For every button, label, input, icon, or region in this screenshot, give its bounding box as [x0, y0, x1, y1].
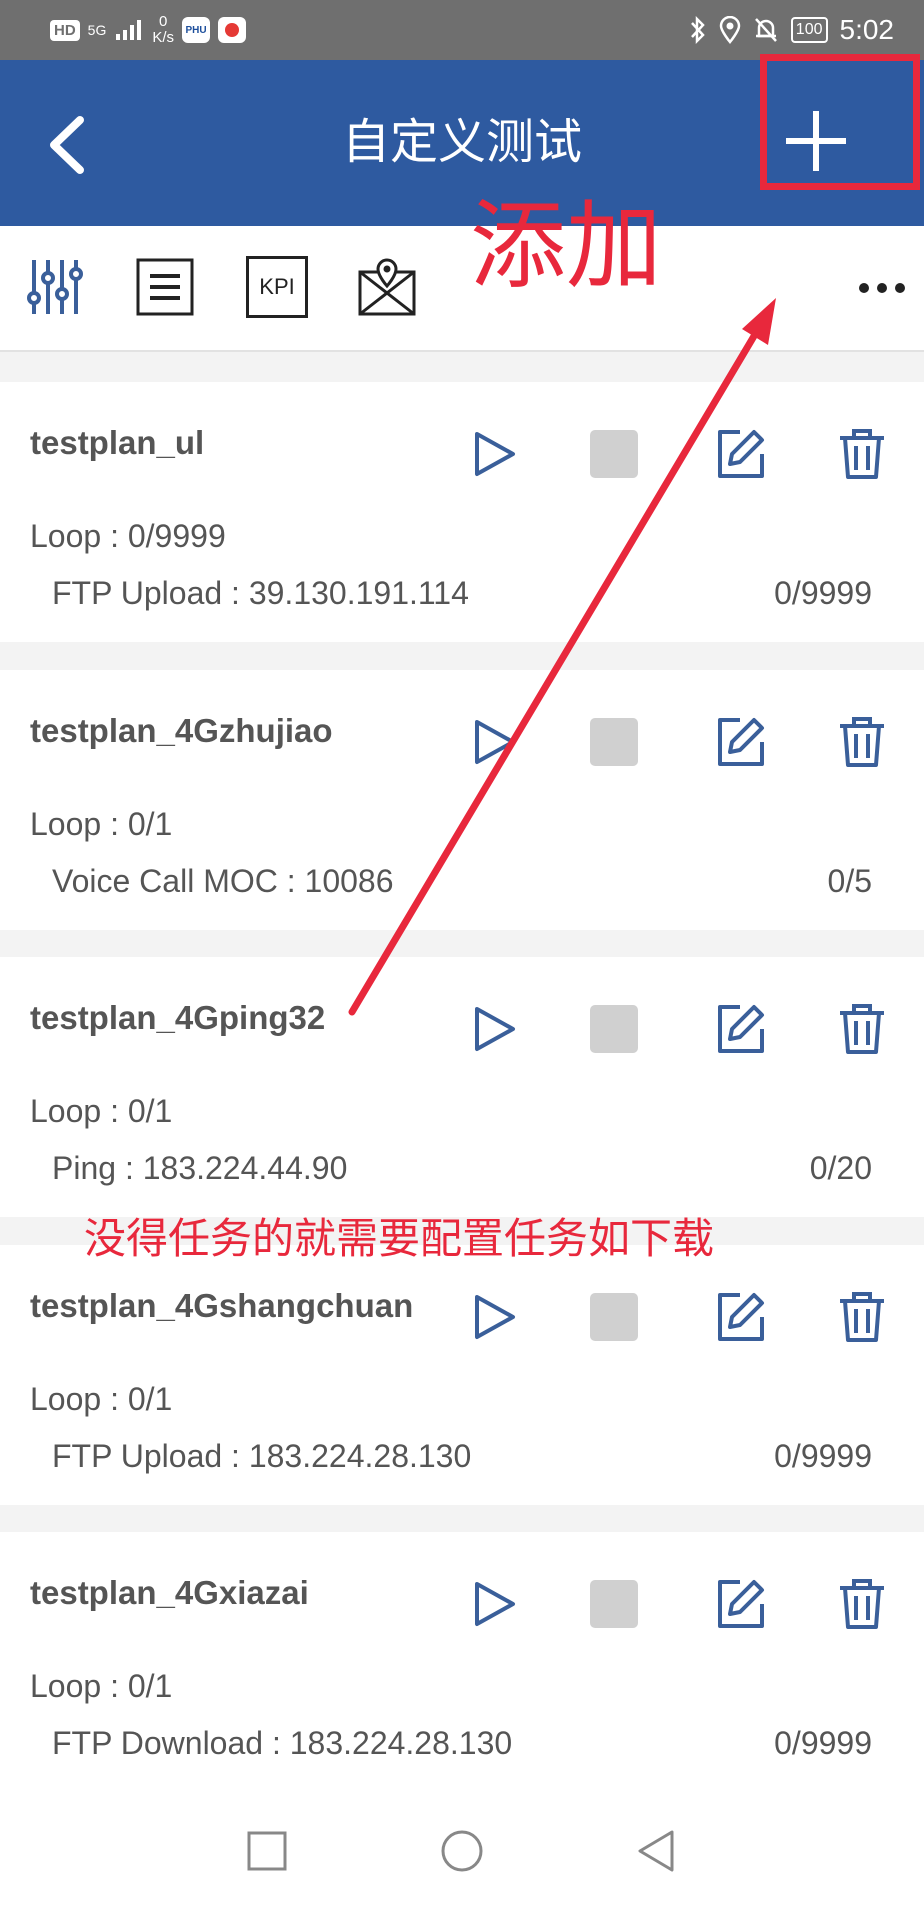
delete-icon[interactable]	[834, 426, 890, 482]
edit-icon[interactable]	[712, 1289, 768, 1345]
task-progress: 0/9999	[774, 575, 872, 611]
annotation-add-label: 添加	[470, 193, 662, 300]
loop-counter: Loop : 0/1	[30, 1381, 173, 1417]
task-description: Ping : 183.224.44.90	[52, 1150, 348, 1186]
plan-name: testplan_4Gshangchuan	[30, 1287, 414, 1324]
plan-name: testplan_4Gping32	[30, 999, 326, 1036]
edit-icon[interactable]	[712, 714, 768, 770]
home-button[interactable]	[437, 1826, 487, 1876]
network-speed: 0 K/s	[152, 14, 174, 46]
status-bar: HD 5G 0 K/s PHU 100 5:02	[0, 0, 924, 60]
clock: 5:02	[839, 14, 895, 45]
network-speed-value: 0	[159, 13, 168, 30]
task-progress: 0/9999	[774, 1725, 872, 1761]
app-notification-icon-2	[218, 17, 247, 43]
loop-counter: Loop : 0/1	[30, 1668, 173, 1704]
signal-bars-icon	[116, 20, 142, 40]
hd-badge: HD	[50, 19, 80, 41]
delete-icon[interactable]	[834, 1576, 890, 1632]
kpi-icon[interactable]: KPI	[246, 256, 308, 318]
task-description: FTP Upload : 183.224.28.130	[52, 1438, 472, 1474]
task-progress: 0/20	[809, 1150, 872, 1186]
mute-bell-icon	[754, 18, 777, 42]
delete-icon[interactable]	[834, 714, 890, 770]
loop-counter: Loop : 0/9999	[30, 518, 226, 554]
map-icon[interactable]	[356, 256, 418, 318]
status-left: HD 5G 0 K/s PHU	[50, 10, 247, 50]
stop-icon[interactable]	[590, 718, 638, 766]
annotation-highlight-box	[760, 54, 920, 190]
location-icon	[719, 16, 741, 44]
task-description: FTP Upload : 39.130.191.114	[52, 575, 469, 611]
delete-icon[interactable]	[834, 1001, 890, 1057]
toolbar: KPI	[0, 226, 924, 352]
test-plan-card[interactable]: testplan_4Gzhujiao Loop : 0/1 Voice Call M…	[0, 670, 924, 930]
loop-counter: Loop : 0/1	[30, 806, 173, 842]
test-plan-card[interactable]: testplan_4Gxiazai Loop : 0/1 FTP Download …	[0, 1532, 924, 1792]
test-plan-card[interactable]: testplan_ul Loop : 0/9999 FTP Upload : 39.…	[0, 382, 924, 642]
list-icon[interactable]	[134, 256, 196, 318]
task-progress: 0/5	[827, 863, 872, 899]
status-right: 100 5:02	[689, 10, 894, 50]
more-options-icon[interactable]	[856, 280, 908, 296]
recent-apps-button[interactable]	[242, 1826, 292, 1876]
edit-icon[interactable]	[712, 1576, 768, 1632]
task-progress: 0/9999	[774, 1438, 872, 1474]
play-icon[interactable]	[465, 714, 521, 770]
loop-counter: Loop : 0/1	[30, 1093, 173, 1129]
back-nav-button[interactable]	[632, 1826, 682, 1876]
battery-icon: 100	[790, 17, 828, 43]
network-speed-unit: K/s	[152, 29, 175, 46]
play-icon[interactable]	[465, 1576, 521, 1632]
kpi-label: KPI	[259, 274, 295, 299]
app-notification-label: PHU	[185, 24, 207, 36]
stop-icon[interactable]	[590, 430, 638, 478]
stop-icon[interactable]	[590, 1293, 638, 1341]
task-description: Voice Call MOC : 10086	[52, 863, 394, 899]
test-plan-card[interactable]: testplan_4Gping32 Loop : 0/1 Ping : 183.22…	[0, 957, 924, 1217]
plan-name: testplan_4Gxiazai	[30, 1574, 309, 1611]
delete-icon[interactable]	[834, 1289, 890, 1345]
system-nav-bar	[0, 1786, 924, 1920]
plan-name: testplan_ul	[30, 424, 205, 461]
annotation-note: 没得任务的就需要配置任务如下载	[84, 1215, 715, 1262]
app-notification-icon: PHU	[182, 17, 211, 43]
edit-icon[interactable]	[712, 426, 768, 482]
play-icon[interactable]	[465, 426, 521, 482]
play-icon[interactable]	[465, 1289, 521, 1345]
test-plan-card[interactable]: testplan_4Gshangchuan Loop : 0/1 FTP Uploa…	[0, 1245, 924, 1505]
plan-name: testplan_4Gzhujiao	[30, 712, 333, 749]
stop-icon[interactable]	[590, 1580, 638, 1628]
back-button[interactable]	[40, 110, 100, 180]
play-icon[interactable]	[465, 1001, 521, 1057]
edit-icon[interactable]	[712, 1001, 768, 1057]
task-description: FTP Download : 183.224.28.130	[52, 1725, 513, 1761]
stop-icon[interactable]	[590, 1005, 638, 1053]
filter-sliders-icon[interactable]	[24, 256, 86, 318]
signal-indicator: 5G	[87, 22, 107, 38]
bluetooth-icon	[690, 16, 705, 44]
